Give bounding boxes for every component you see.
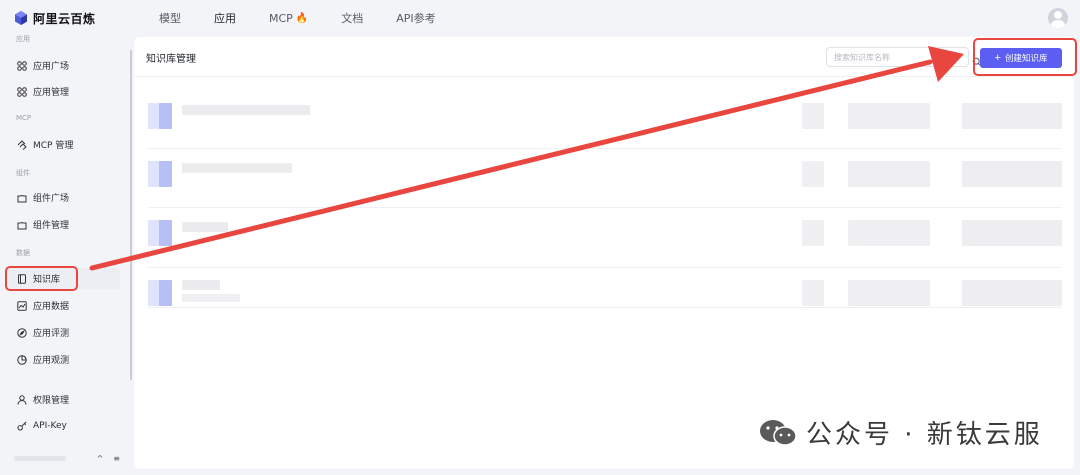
sidebar-item-label: 权限管理	[33, 396, 70, 406]
sidebar-item-knowledge-base[interactable]: 知识库	[8, 268, 120, 289]
tab-mcp[interactable]: MCP 🔥	[269, 10, 308, 26]
chart-icon	[17, 300, 27, 311]
tab-model[interactable]: 模型	[159, 10, 181, 26]
create-button-label: 创建知识库	[1004, 53, 1048, 63]
menu-icon[interactable]: ≡	[113, 454, 120, 463]
blurred-account-info	[14, 456, 66, 461]
top-nav: 阿里云百炼 模型 应用 MCP 🔥 文档 API参考	[0, 0, 1080, 36]
page-title: 知识库管理	[146, 54, 196, 65]
list-item[interactable]	[148, 89, 1062, 147]
sidebar-item-app-evaluation[interactable]: 应用评测	[8, 322, 120, 343]
book-icon	[17, 273, 27, 284]
sidebar-group-component: 组件	[16, 169, 30, 177]
tab-api-reference[interactable]: API参考	[396, 10, 435, 26]
create-knowledge-base-button[interactable]: + 创建知识库	[980, 48, 1062, 68]
list-item[interactable]	[148, 268, 1062, 326]
sidebar-item-mcp-manage[interactable]: MCP 管理	[8, 134, 120, 155]
wechat-icon	[758, 417, 798, 449]
header-divider	[134, 76, 1074, 77]
sidebar-item-label: 应用广场	[33, 62, 70, 72]
row-divider	[148, 307, 1062, 308]
sidebar-item-label: 应用观测	[33, 356, 70, 366]
sidebar-item-label: MCP 管理	[33, 141, 74, 151]
sidebar-group-app: 应用	[16, 35, 30, 43]
sidebar-item-label: 应用管理	[33, 88, 70, 98]
sidebar-item-label: 应用数据	[33, 302, 70, 312]
list-item[interactable]	[148, 149, 1062, 207]
collapse-icon[interactable]: ^	[97, 454, 104, 463]
key-icon	[17, 421, 27, 431]
pie-icon	[17, 354, 27, 365]
sidebar-item-label: 知识库	[33, 275, 61, 285]
logo-icon	[14, 11, 28, 25]
sidebar-item-label: 组件广场	[33, 194, 70, 204]
grid-icon	[17, 86, 27, 97]
puzzle-icon	[17, 193, 27, 203]
app-name: 阿里云百炼	[33, 11, 96, 26]
sidebar-group-mcp: MCP	[16, 114, 32, 122]
watermark-text: 公众号 · 新钛云服	[806, 420, 1043, 450]
search-box[interactable]	[826, 47, 982, 67]
sidebar-item-app-observe[interactable]: 应用观测	[8, 349, 120, 370]
fire-icon: 🔥	[295, 12, 309, 24]
sidebar-item-label: 组件管理	[33, 221, 70, 231]
plus-icon: +	[994, 51, 1001, 64]
grid-icon	[17, 60, 27, 71]
sidebar-footer: ^ ≡	[8, 448, 120, 468]
sidebar-item-app-plaza[interactable]: 应用广场	[8, 55, 120, 76]
search-input[interactable]	[827, 52, 947, 62]
puzzle-icon	[17, 220, 27, 230]
watermark: 公众号 · 新钛云服	[758, 414, 1043, 451]
sidebar-item-label: API-Key	[33, 420, 67, 431]
user-avatar[interactable]	[1048, 8, 1068, 28]
sidebar-item-permission[interactable]: 权限管理	[8, 389, 120, 410]
sidebar-item-component-manage[interactable]: 组件管理	[8, 214, 120, 235]
sidebar: 应用 应用广场 应用管理 MCP MCP 管理 组件 组件广场 组件管理 数据 …	[0, 30, 128, 475]
tab-app[interactable]: 应用	[214, 10, 236, 26]
sidebar-scrollbar[interactable]	[130, 50, 132, 380]
sidebar-item-api-key[interactable]: API-Key	[8, 415, 120, 436]
main-panel: 知识库管理 + 创建知识库	[134, 37, 1074, 469]
app-logo[interactable]: 阿里云百炼	[14, 10, 132, 27]
sidebar-item-component-plaza[interactable]: 组件广场	[8, 187, 120, 208]
user-icon	[17, 394, 27, 405]
tab-mcp-label: MCP	[269, 11, 293, 25]
tab-docs[interactable]: 文档	[341, 10, 363, 26]
sidebar-group-data: 数据	[16, 249, 30, 257]
top-tabs: 模型 应用 MCP 🔥 文档 API参考	[159, 10, 469, 26]
sidebar-item-app-manage[interactable]: 应用管理	[8, 81, 120, 102]
compass-icon	[17, 327, 27, 338]
mcp-icon	[17, 139, 27, 150]
sidebar-item-app-data[interactable]: 应用数据	[8, 295, 120, 316]
list-item[interactable]	[148, 208, 1062, 266]
sidebar-item-label: 应用评测	[33, 329, 70, 339]
